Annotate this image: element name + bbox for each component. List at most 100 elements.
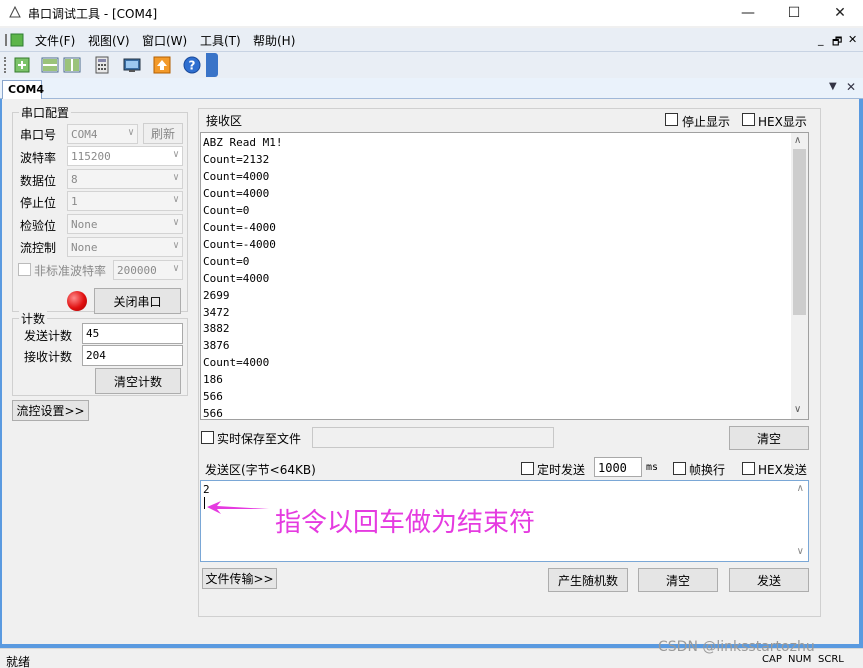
receive-textarea[interactable]: ABZ Read M1! Count=2132 Count=4000 Count=40… (200, 132, 809, 420)
port-value: COM4 (71, 128, 98, 141)
menu-help[interactable]: 帮助(H) (253, 32, 295, 49)
receive-clear-button[interactable]: 清空 (729, 426, 809, 450)
toolbar-grip[interactable] (4, 57, 7, 73)
receive-line: 3472 (203, 305, 230, 319)
receive-line: Count=0 (203, 254, 250, 268)
split-vertical-icon[interactable] (62, 55, 82, 75)
stop-display-checkbox[interactable] (665, 113, 678, 126)
clear-count-button[interactable]: 清空计数 (95, 368, 181, 394)
send-count-field: 45 (82, 323, 183, 344)
menu-window[interactable]: 窗口(W) (142, 32, 187, 49)
watermark: CSDN @linksstartozhu (658, 639, 815, 655)
receive-line: Count=-4000 (203, 220, 276, 234)
scroll-thumb[interactable] (793, 149, 806, 315)
scroll-down-icon[interactable]: ∨ (794, 404, 801, 415)
save-file-label: 实时保存至文件 (217, 432, 302, 446)
interval-unit: ms (646, 462, 659, 473)
interval-input[interactable]: 1000 (594, 457, 642, 477)
port-select[interactable]: COM4 ∨ (67, 124, 138, 144)
frame-newline-checkbox[interactable] (673, 462, 686, 475)
save-file-path[interactable] (312, 427, 554, 448)
close-port-button[interactable]: 关闭串口 (94, 288, 181, 314)
receive-line: 2699 (203, 288, 230, 302)
status-text: 就绪 (6, 655, 31, 668)
mdi-minimize-button[interactable]: _ (818, 33, 824, 46)
chevron-down-icon: ∨ (172, 240, 179, 251)
tab-strip: ▼ ✕ (0, 78, 863, 99)
app-icon (9, 5, 21, 18)
save-file-checkbox[interactable] (201, 431, 214, 444)
nonstd-baud-checkbox[interactable] (18, 263, 31, 276)
timed-send-checkbox[interactable] (521, 462, 534, 475)
annotation-arrow (207, 501, 269, 514)
recv-count-field: 204 (82, 345, 183, 366)
chevron-down-icon: ∨ (172, 149, 179, 160)
toolbar-overflow-button[interactable] (206, 53, 218, 77)
help-icon[interactable]: ? (182, 55, 202, 75)
frame-newline-label: 帧换行 (689, 463, 726, 477)
new-icon[interactable] (12, 55, 32, 75)
receive-line: Count=4000 (203, 169, 270, 183)
calculator-icon[interactable] (92, 55, 112, 75)
receive-lines: ABZ Read M1! Count=2132 Count=4000 Count=40… (203, 135, 283, 420)
databits-label: 数据位 (20, 174, 57, 188)
split-horizontal-icon[interactable] (40, 55, 60, 75)
nonstd-baud-select[interactable]: 200000 ∨ (113, 260, 183, 280)
scroll-up-icon[interactable]: ∧ (794, 135, 801, 146)
caps-indicator: CAP (762, 654, 782, 665)
receive-line: Count=-4000 (203, 237, 276, 251)
receive-scrollbar[interactable]: ∧ ∨ (791, 133, 808, 419)
toolbar: ? (0, 52, 863, 78)
flow-select[interactable]: None ∨ (67, 237, 183, 257)
tab-list-icon[interactable]: ▼ (829, 81, 837, 92)
minimize-button[interactable]: — (725, 0, 771, 26)
mdi-restore-button[interactable]: 🗗 (832, 33, 842, 52)
tab-close-icon[interactable]: ✕ (846, 80, 856, 94)
send-scroll-down-icon[interactable]: ∨ (797, 546, 804, 557)
random-button[interactable]: 产生随机数 (548, 568, 628, 592)
hex-display-checkbox[interactable] (742, 113, 755, 126)
send-clear-button[interactable]: 清空 (638, 568, 718, 592)
counter-title: 计数 (19, 310, 48, 327)
menu-file[interactable]: 文件(F) (35, 32, 75, 49)
menu-tools[interactable]: 工具(T) (200, 32, 241, 49)
receive-title: 接收区 (206, 114, 243, 128)
parity-select[interactable]: None ∨ (67, 214, 183, 234)
refresh-button[interactable]: 刷新 (143, 123, 183, 144)
svg-text:?: ? (189, 59, 196, 73)
baud-label: 波特率 (20, 151, 57, 165)
upload-icon[interactable] (152, 55, 172, 75)
stopbits-select[interactable]: 1 ∨ (67, 191, 183, 211)
close-button[interactable]: ✕ (817, 0, 863, 26)
mdi-close-button[interactable]: ✕ (848, 33, 857, 46)
scroll-indicator: SCRL (818, 654, 844, 665)
databits-value: 8 (71, 173, 78, 186)
receive-line: 3882 (203, 322, 230, 336)
monitor-icon[interactable] (122, 55, 142, 75)
chevron-down-icon: ∨ (172, 263, 179, 274)
send-count-label: 发送计数 (24, 329, 73, 343)
stop-display-label: 停止显示 (682, 115, 731, 129)
stopbits-value: 1 (71, 195, 78, 208)
menu-view[interactable]: 视图(V) (88, 32, 130, 49)
maximize-button[interactable]: ☐ (771, 0, 817, 26)
port-label: 串口号 (20, 128, 57, 142)
menu-app-icon (5, 33, 24, 47)
receive-line: 186 (203, 373, 223, 387)
send-button[interactable]: 发送 (729, 568, 809, 592)
annotation-text: 指令以回车做为结束符 (275, 508, 536, 538)
flow-label: 流控制 (20, 241, 57, 255)
baud-select[interactable]: 115200 ∨ (67, 146, 183, 166)
hex-send-checkbox[interactable] (742, 462, 755, 475)
receive-line: ABZ Read M1! (203, 136, 283, 149)
flow-settings-button[interactable]: 流控设置>> (12, 400, 89, 421)
databits-select[interactable]: 8 ∨ (67, 169, 183, 189)
parity-value: None (71, 218, 98, 231)
send-scroll-up-icon[interactable]: ∧ (797, 483, 804, 494)
file-transfer-button[interactable]: 文件传输>> (202, 568, 277, 589)
nonstd-baud-value: 200000 (117, 264, 157, 277)
receive-line: 566 (203, 407, 223, 420)
port-status-led (67, 291, 87, 311)
parity-label: 检验位 (20, 219, 57, 233)
tab-com4[interactable]: COM4 (2, 80, 44, 99)
